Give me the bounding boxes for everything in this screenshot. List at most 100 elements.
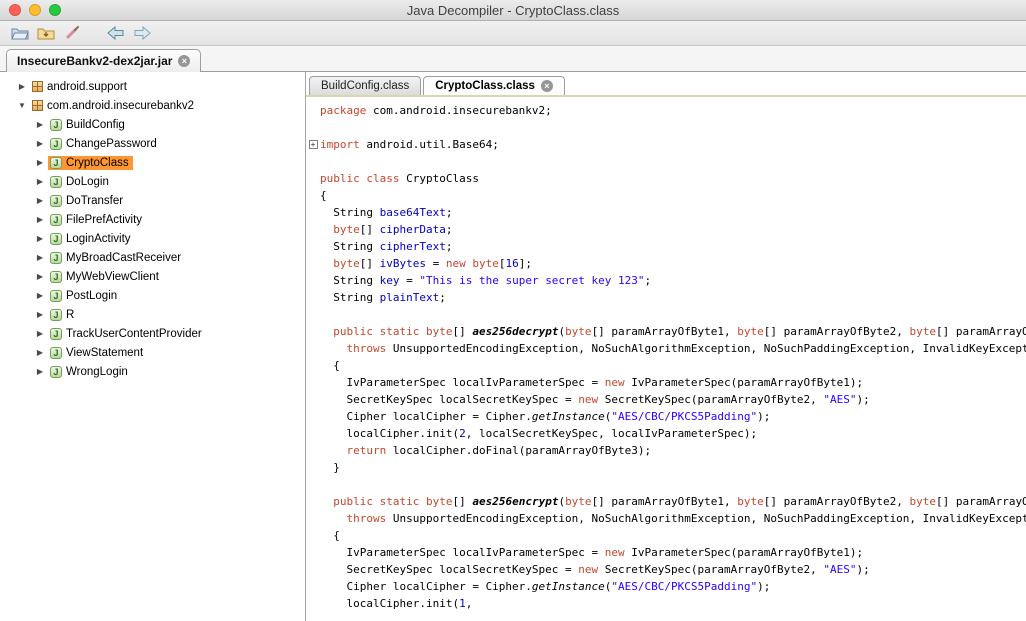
tree-item-label: ChangePassword xyxy=(66,138,157,150)
tree-collapsed-arrow-icon[interactable]: ▶ xyxy=(34,348,46,357)
open-file-button[interactable] xyxy=(8,22,32,44)
tree-item-label: MyBroadCastReceiver xyxy=(66,252,181,264)
tree-item-WrongLogin[interactable]: ▶JWrongLogin xyxy=(0,362,305,381)
code-line-content: public static byte[] aes256encrypt(byte[… xyxy=(320,495,1026,508)
jar-tabbar: InsecureBankv2-dex2jar.jar× xyxy=(0,46,1026,72)
java-class-icon: J xyxy=(50,252,62,264)
java-class-icon: J xyxy=(50,233,62,245)
navigate-forward-icon xyxy=(133,26,151,40)
tree-item-content: J LoginActivity xyxy=(48,232,135,246)
code-line: byte[] ivBytes = new byte[16]; xyxy=(306,255,1026,272)
tree-item-ViewStatement[interactable]: ▶JViewStatement xyxy=(0,343,305,362)
fold-gutter: + xyxy=(306,140,320,149)
tree-collapsed-arrow-icon[interactable]: ▶ xyxy=(34,196,46,205)
tree-item-content: JDoTransfer xyxy=(48,194,127,208)
tree-item-MyWebViewClient[interactable]: ▶JMyWebViewClient xyxy=(0,267,305,286)
tree-collapsed-arrow-icon[interactable]: ▶ xyxy=(34,272,46,281)
jar-tab-InsecureBankv2-dex2jar.jar[interactable]: InsecureBankv2-dex2jar.jar× xyxy=(6,49,201,72)
tree-collapsed-arrow-icon[interactable]: ▶ xyxy=(34,291,46,300)
tree-item-content: J ChangePassword xyxy=(48,137,161,151)
code-line: String plainText; xyxy=(306,289,1026,306)
code-line-content: String plainText; xyxy=(320,291,446,304)
code-line-content: String cipherText; xyxy=(320,240,452,253)
code-line-content: package com.android.insecurebankv2; xyxy=(320,104,552,117)
java-class-icon: J xyxy=(50,328,62,340)
editor-tab-CryptoClass.class[interactable]: CryptoClass.class × xyxy=(423,76,565,95)
java-class-icon: J xyxy=(50,309,62,321)
tree-collapsed-arrow-icon[interactable]: ▶ xyxy=(34,158,46,167)
code-line-content: import android.util.Base64; xyxy=(320,138,499,151)
code-line-content: localCipher.init(1, xyxy=(320,597,472,610)
code-line-content: byte[] ivBytes = new byte[16]; xyxy=(320,257,532,270)
search-button[interactable] xyxy=(60,22,84,44)
editor-tab-label: CryptoClass.class xyxy=(435,80,535,92)
code-line-content: { xyxy=(320,189,327,202)
tree-item-label: DoLogin xyxy=(66,176,109,188)
java-class-icon: J xyxy=(50,119,62,131)
tree-collapsed-arrow-icon[interactable]: ▶ xyxy=(34,253,46,262)
tree-item-PostLogin[interactable]: ▶JPostLogin xyxy=(0,286,305,305)
minimize-window-button[interactable] xyxy=(29,4,41,16)
code-line-content: IvParameterSpec localIvParameterSpec = n… xyxy=(320,376,863,389)
toolbar xyxy=(0,21,1026,46)
tree-item-R[interactable]: ▶ JR xyxy=(0,305,305,324)
java-class-icon: J xyxy=(50,138,62,150)
tree-collapsed-arrow-icon[interactable]: ▶ xyxy=(34,120,46,129)
main-split: ▶android.support ▼ com.android.insecureban… xyxy=(0,72,1026,621)
editor-tab-BuildConfig.class[interactable]: BuildConfig.class xyxy=(309,76,421,95)
package-icon xyxy=(32,100,43,111)
tree-collapsed-arrow-icon[interactable]: ▶ xyxy=(34,367,46,376)
java-class-icon: J xyxy=(50,366,62,378)
tree-collapsed-arrow-icon[interactable]: ▶ xyxy=(34,329,46,338)
code-line: { xyxy=(306,527,1026,544)
tree-collapsed-arrow-icon[interactable]: ▶ xyxy=(16,82,28,91)
tree-collapsed-arrow-icon[interactable]: ▶ xyxy=(34,234,46,243)
java-class-icon: J xyxy=(50,195,62,207)
code-line: localCipher.init(1, xyxy=(306,595,1026,612)
code-line: } xyxy=(306,459,1026,476)
tree-item-TrackUserContentProvider[interactable]: ▶JTrackUserContentProvider xyxy=(0,324,305,343)
code-line-content: throws UnsupportedEncodingException, NoS… xyxy=(320,512,1026,525)
close-tab-icon[interactable]: × xyxy=(178,55,190,67)
tree-item-DoLogin[interactable]: ▶JDoLogin xyxy=(0,172,305,191)
code-line: package com.android.insecurebankv2; xyxy=(306,102,1026,119)
tree-item-label: R xyxy=(66,309,74,321)
tree-item-label: com.android.insecurebankv2 xyxy=(47,100,194,112)
tree-item-ChangePassword[interactable]: ▶ J ChangePassword xyxy=(0,134,305,153)
tree-item-CryptoClass[interactable]: ▶JCryptoClass xyxy=(0,153,305,172)
tree-item-LoginActivity[interactable]: ▶ J LoginActivity xyxy=(0,229,305,248)
tree-collapsed-arrow-icon[interactable]: ▶ xyxy=(34,310,46,319)
close-window-button[interactable] xyxy=(9,4,21,16)
code-line-content: IvParameterSpec localIvParameterSpec = n… xyxy=(320,546,863,559)
tree-item-com.android.insecurebankv2[interactable]: ▼ com.android.insecurebankv2 xyxy=(0,96,305,115)
code-line: IvParameterSpec localIvParameterSpec = n… xyxy=(306,544,1026,561)
navigate-forward-button[interactable] xyxy=(130,22,154,44)
code-line: localCipher.init(2, localSecretKeySpec, … xyxy=(306,425,1026,442)
tree-item-FilePrefActivity[interactable]: ▶JFilePrefActivity xyxy=(0,210,305,229)
code-line-content: { xyxy=(320,359,340,372)
tree-item-DoTransfer[interactable]: ▶JDoTransfer xyxy=(0,191,305,210)
save-all-sources-button[interactable] xyxy=(34,22,58,44)
save-all-sources-icon xyxy=(37,26,55,41)
tree-item-label: LoginActivity xyxy=(66,233,131,245)
tree-item-android.support[interactable]: ▶android.support xyxy=(0,77,305,96)
tree-item-MyBroadCastReceiver[interactable]: ▶ J MyBroadCastReceiver xyxy=(0,248,305,267)
tree-collapsed-arrow-icon[interactable]: ▶ xyxy=(34,215,46,224)
tree-item-content: JDoLogin xyxy=(48,175,113,189)
code-line: String key = "This is the super secret k… xyxy=(306,272,1026,289)
tree-expanded-arrow-icon[interactable]: ▼ xyxy=(16,101,28,110)
tree-item-content: JCryptoClass xyxy=(48,156,133,170)
code-view[interactable]: package com.android.insecurebankv2; +impo… xyxy=(306,97,1026,621)
package-tree: ▶android.support ▼ com.android.insecureban… xyxy=(0,72,306,621)
tree-item-content: JMyWebViewClient xyxy=(48,270,163,284)
tree-collapsed-arrow-icon[interactable]: ▶ xyxy=(34,139,46,148)
fold-expand-icon[interactable]: + xyxy=(309,140,318,149)
tree-collapsed-arrow-icon[interactable]: ▶ xyxy=(34,177,46,186)
navigate-back-button[interactable] xyxy=(104,22,128,44)
code-line-content: { xyxy=(320,529,340,542)
tree-item-content: JWrongLogin xyxy=(48,365,132,379)
tree-item-BuildConfig[interactable]: ▶JBuildConfig xyxy=(0,115,305,134)
zoom-window-button[interactable] xyxy=(49,4,61,16)
close-tab-icon[interactable]: × xyxy=(541,80,553,92)
search-icon xyxy=(64,25,80,41)
